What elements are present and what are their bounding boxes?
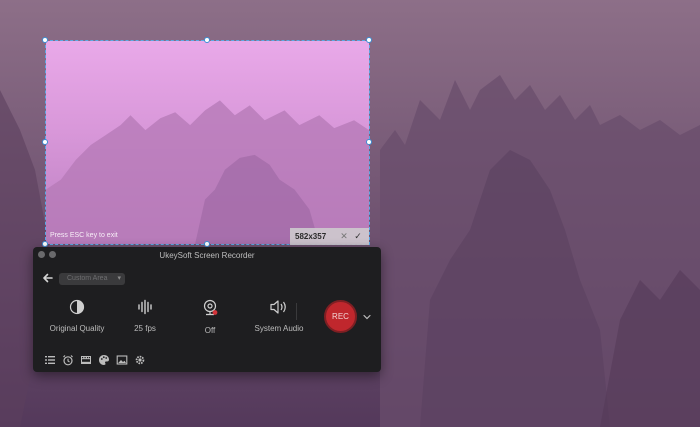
- film-icon[interactable]: [80, 354, 92, 366]
- bottom-toolbar: [44, 354, 146, 366]
- selection-size-label: 582x357: [295, 232, 327, 241]
- window-controls: [38, 251, 56, 258]
- resize-handle-right[interactable]: [366, 139, 372, 145]
- fps-label: 25 fps: [134, 324, 156, 333]
- chevron-down-icon[interactable]: [363, 313, 371, 321]
- fps-control[interactable]: 25 fps: [128, 299, 162, 333]
- selection-size-bar: 582x357 ✕ ✓: [290, 228, 369, 245]
- audio-control[interactable]: System Audio: [252, 299, 306, 333]
- resize-handle-top-right[interactable]: [366, 37, 372, 43]
- resize-handle-top-left[interactable]: [42, 37, 48, 43]
- alarm-clock-icon[interactable]: [62, 354, 74, 366]
- record-mode-select[interactable]: Custom Area ▾: [59, 273, 125, 285]
- selection-preview: [46, 41, 369, 244]
- image-icon[interactable]: [116, 354, 128, 366]
- sound-wave-icon: [138, 299, 152, 315]
- list-icon[interactable]: [44, 354, 56, 366]
- capture-selection-area[interactable]: [45, 40, 370, 245]
- divider: [296, 303, 297, 320]
- minimize-window-button[interactable]: [49, 251, 56, 258]
- arrow-left-icon[interactable]: [42, 272, 54, 284]
- resize-handle-left[interactable]: [42, 139, 48, 145]
- palette-icon[interactable]: [98, 354, 110, 366]
- record-mode-value: Custom Area: [67, 275, 108, 282]
- gear-icon[interactable]: [134, 354, 146, 366]
- half-circle-icon: [69, 299, 85, 315]
- cancel-selection-button[interactable]: ✕: [338, 231, 350, 242]
- quality-control[interactable]: Original Quality: [47, 299, 107, 333]
- webcam-off-icon: [203, 299, 218, 316]
- close-window-button[interactable]: [38, 251, 45, 258]
- chevron-down-icon: ▾: [117, 275, 121, 282]
- title-bar: UkeySoft Screen Recorder: [33, 247, 381, 263]
- audio-label: System Audio: [254, 324, 304, 333]
- esc-hint: Press ESC key to exit: [50, 232, 118, 239]
- resize-handle-top[interactable]: [204, 37, 210, 43]
- speaker-icon: [270, 300, 286, 314]
- camera-control[interactable]: Off: [195, 299, 225, 335]
- quality-label: Original Quality: [49, 324, 105, 333]
- window-title: UkeySoft Screen Recorder: [159, 250, 255, 260]
- confirm-selection-button[interactable]: ✓: [352, 231, 364, 242]
- rec-button[interactable]: REC: [324, 300, 357, 333]
- camera-label: Off: [204, 326, 216, 335]
- rec-label: REC: [332, 312, 349, 321]
- recorder-window: UkeySoft Screen Recorder Custom Area ▾ O…: [33, 247, 381, 372]
